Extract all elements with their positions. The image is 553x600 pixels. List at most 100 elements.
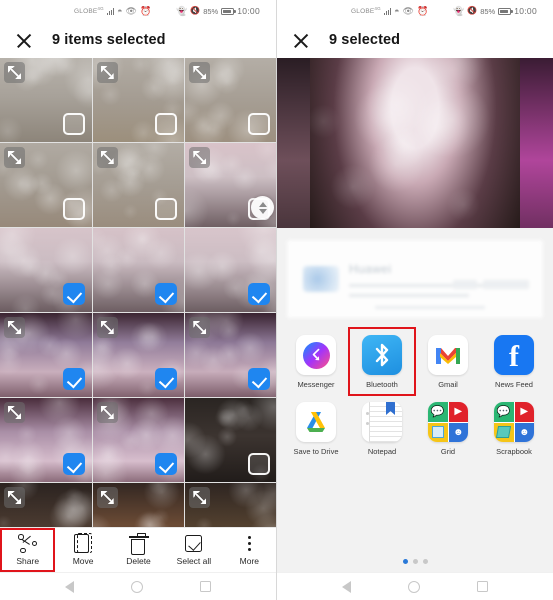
checkbox-checked-icon[interactable]: [62, 453, 85, 475]
status-left-icons-right: GLOBE4G ◓ 👁 ⏰: [351, 6, 428, 16]
checkbox-checked-icon[interactable]: [247, 368, 270, 390]
expand-icon[interactable]: [189, 147, 211, 168]
share-target-scrapbook[interactable]: 💬 ▶ ☻ Scrapbook: [481, 395, 547, 462]
expand-icon[interactable]: [4, 62, 25, 83]
share-targets[interactable]: ☇ Messenger Bluetooth Gmail f News Feed Save t…: [277, 318, 553, 462]
expand-icon[interactable]: [96, 317, 118, 338]
gmail-icon: [428, 335, 468, 375]
share-target-label: News Feed: [495, 380, 533, 389]
share-target-bluetooth[interactable]: Bluetooth: [348, 327, 416, 396]
photo-grid-item[interactable]: [92, 398, 185, 482]
page-dot[interactable]: [422, 559, 428, 564]
share-target-news-feed[interactable]: f News Feed: [481, 328, 547, 395]
expand-icon[interactable]: [96, 487, 118, 508]
eye-care-icon: 👁: [125, 5, 137, 16]
expand-icon[interactable]: [189, 317, 211, 338]
checkbox-checked-icon[interactable]: [62, 368, 85, 390]
photo-grid-item[interactable]: [185, 58, 276, 142]
page-dot[interactable]: [412, 559, 418, 564]
expand-icon[interactable]: [96, 147, 118, 168]
navigation-bar-right[interactable]: [277, 572, 553, 600]
checkbox-checked-icon[interactable]: [155, 283, 178, 305]
move-icon: [73, 533, 93, 553]
photo-grid-item[interactable]: [0, 228, 92, 312]
photo-grid-item[interactable]: [0, 398, 92, 482]
checkbox-checked-icon[interactable]: [247, 283, 270, 305]
checkbox-checked-icon[interactable]: [62, 283, 85, 305]
action-label: Select all: [176, 556, 212, 566]
photo-grid[interactable]: [0, 58, 276, 567]
share-target-label: Grid: [440, 447, 456, 456]
share-target-row: Save to Drive Notepad 💬 ▶ ☻ Grid 💬 ▶ ☻ Scrapbook: [283, 395, 547, 462]
checkbox-checked-icon[interactable]: [155, 453, 178, 475]
share-target-save-to-drive[interactable]: Save to Drive: [283, 395, 349, 462]
back-triangle-icon-right[interactable]: [341, 580, 351, 593]
scroll-up-arrow-icon: [258, 201, 267, 207]
photo-grid-item[interactable]: [0, 143, 92, 227]
checkbox-unchecked-icon[interactable]: [62, 113, 85, 135]
drive-triangle-glyph: [307, 412, 325, 432]
share-card-brand: Huawei: [349, 262, 392, 276]
home-circle-icon[interactable]: [130, 580, 143, 593]
checkbox-unchecked-icon[interactable]: [62, 198, 85, 220]
share-target-grid[interactable]: 💬 ▶ ☻ Grid: [415, 395, 481, 462]
expand-icon[interactable]: [4, 147, 25, 168]
share-target-messenger[interactable]: ☇ Messenger: [283, 328, 349, 395]
expand-icon[interactable]: [96, 62, 118, 83]
bluetooth-icon-status-right: 👻: [453, 5, 465, 16]
page-dot[interactable]: [402, 559, 408, 564]
photo-grid-item[interactable]: [185, 398, 276, 482]
navigation-bar-left[interactable]: [0, 572, 276, 600]
expand-icon[interactable]: [4, 402, 25, 423]
action-delete-button[interactable]: Delete: [111, 528, 166, 572]
expand-icon[interactable]: [4, 317, 25, 338]
share-icon: [18, 534, 38, 553]
note-hole: [366, 412, 369, 415]
checkbox-unchecked-icon[interactable]: [247, 113, 270, 135]
action-share-button[interactable]: Share: [0, 528, 56, 572]
photo-grid-item[interactable]: [92, 143, 185, 227]
carrier-label: GLOBE4G: [74, 6, 104, 16]
share-target-notepad[interactable]: Notepad: [349, 395, 415, 462]
bottom-action-bar[interactable]: Share Move Delete Select all More: [0, 527, 276, 572]
photo-grid-item[interactable]: [0, 58, 92, 142]
photo-grid-item[interactable]: [185, 313, 276, 397]
recents-square-icon[interactable]: [200, 581, 212, 592]
carrier-label-right: GLOBE4G: [351, 6, 381, 16]
grid-app-icon: 💬 ▶ ☻: [428, 402, 468, 442]
share-target-row: ☇ Messenger Bluetooth Gmail f News Feed: [283, 327, 547, 396]
checkbox-unchecked-icon[interactable]: [155, 198, 178, 220]
recents-square-icon-right[interactable]: [477, 581, 489, 592]
expand-icon[interactable]: [189, 62, 211, 83]
action-move-button[interactable]: Move: [55, 528, 110, 572]
checkbox-unchecked-icon[interactable]: [247, 453, 270, 475]
expand-icon[interactable]: [96, 402, 118, 423]
photo-grid-item[interactable]: [92, 313, 185, 397]
battery-icon: [221, 7, 236, 15]
photo-grid-item[interactable]: [92, 58, 185, 142]
share-target-label: Notepad: [367, 447, 397, 456]
network-type-label-right: 4G: [374, 6, 381, 12]
action-more-button[interactable]: More: [222, 528, 276, 572]
back-triangle-icon[interactable]: [64, 580, 74, 593]
photo-grid-item[interactable]: [92, 228, 185, 312]
share-preview-card: Huawei: [287, 240, 543, 318]
selection-app-bar-left: 9 items selected: [0, 22, 276, 58]
expand-icon[interactable]: [4, 487, 25, 508]
share-target-gmail[interactable]: Gmail: [415, 328, 481, 395]
checkbox-unchecked-icon[interactable]: [155, 113, 178, 135]
close-icon-right[interactable]: [291, 30, 311, 50]
expand-icon[interactable]: [189, 487, 211, 508]
checkbox-checked-icon[interactable]: [155, 368, 178, 390]
photo-grid-item[interactable]: [0, 313, 92, 397]
close-icon[interactable]: [14, 30, 34, 50]
action-select-all-button[interactable]: Select all: [166, 528, 221, 572]
page-indicator[interactable]: [277, 559, 553, 564]
photo-grid-item[interactable]: [185, 228, 276, 312]
network-type-label: 4G: [97, 6, 104, 12]
scrapbook-tile: [494, 422, 514, 442]
notepad-icon: [362, 402, 402, 442]
home-circle-icon-right[interactable]: [407, 580, 420, 593]
signal-bars-icon: [106, 7, 115, 15]
scroll-handle[interactable]: [251, 196, 274, 219]
